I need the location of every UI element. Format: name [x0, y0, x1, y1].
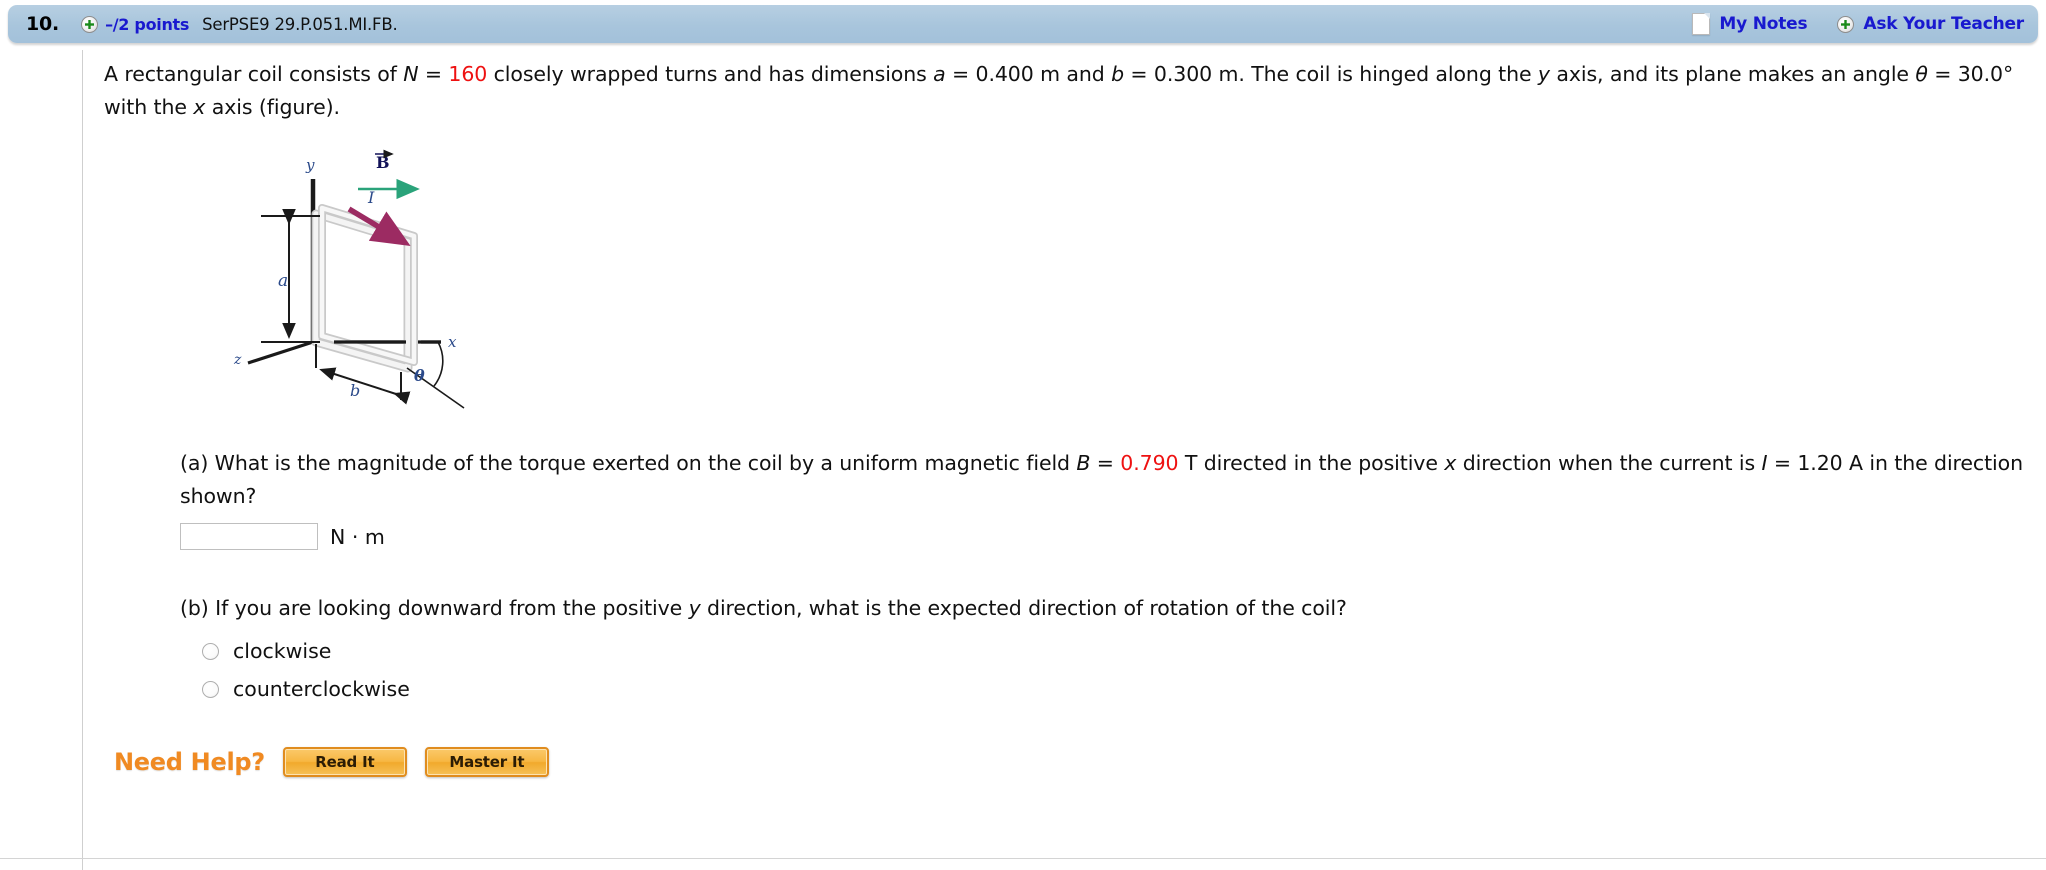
problem-text-6: with the [104, 95, 194, 119]
part-a-text-2: directed in the positive [1197, 451, 1445, 475]
coil-diagram-svg: y x z B I a b θ [233, 149, 465, 409]
problem-text-4: The coil is hinged along the [1244, 62, 1538, 86]
part-a-text-3: direction when the current is [1456, 451, 1762, 475]
plus-circle-icon-ask[interactable] [1837, 15, 1855, 33]
my-notes-link[interactable]: My Notes [1719, 14, 1807, 34]
value-theta: = 30.0° [1927, 62, 2014, 86]
part-a-prompt: (a) What is the magnitude of the torque … [180, 447, 2029, 513]
problem-text-1: A rectangular coil consists of [104, 62, 404, 86]
question-header-bar: 10. –/2 points SerPSE9 29.P.051.MI.FB. M… [8, 5, 2038, 43]
y-axis-label: y [305, 156, 315, 174]
need-help-row: Need Help? Read It Master It [114, 747, 2029, 777]
axis-label-x-a: x [1444, 451, 1457, 475]
part-b-prompt: (b) If you are looking downward from the… [180, 592, 2029, 625]
problem-text-3: and [1059, 62, 1112, 86]
part-a: (a) What is the magnitude of the torque … [180, 447, 2029, 550]
z-axis-line [247, 340, 314, 365]
question-content: A rectangular coil consists of N = 160 c… [104, 58, 2029, 777]
unit-B: T [1178, 451, 1198, 475]
radio-button-counterclockwise[interactable] [202, 680, 219, 698]
read-it-button[interactable]: Read It [282, 747, 407, 777]
var-theta: θ [1915, 62, 1928, 86]
axis-label-y: y [1537, 62, 1550, 86]
value-b: = 0.300 m. [1124, 62, 1245, 86]
b-field-label: B [376, 153, 390, 172]
axis-label-y-b: y [688, 596, 701, 620]
b-dimension-label: b [350, 381, 360, 400]
problem-text-7: axis (figure). [205, 95, 340, 119]
equals-1: = [418, 62, 449, 86]
theta-label: θ [414, 366, 425, 385]
var-a: a [933, 62, 946, 86]
need-help-label: Need Help? [114, 748, 265, 776]
coil-loop [311, 204, 418, 373]
radio-label-clockwise[interactable]: clockwise [233, 639, 331, 663]
torque-answer-input[interactable] [180, 523, 318, 550]
a-dimension-label: a [278, 271, 288, 291]
problem-text-5: axis, and its plane makes an angle [1549, 62, 1916, 86]
points-label: –/2 points [105, 14, 190, 34]
part-a-text-1: (a) What is the magnitude of the torque … [180, 451, 1077, 475]
question-code: SerPSE9 29.P.051.MI.FB. [202, 14, 398, 34]
bottom-divider [0, 858, 2046, 859]
value-B: 0.790 [1120, 451, 1179, 475]
radio-option-counterclockwise[interactable]: counterclockwise [202, 677, 2029, 701]
var-B: B [1076, 451, 1091, 475]
axis-label-x: x [193, 95, 206, 119]
z-axis-label: z [233, 352, 242, 368]
plus-circle-icon[interactable] [81, 15, 99, 33]
var-b: b [1111, 62, 1125, 86]
value-I: = 1.20 A [1767, 451, 1863, 475]
theta-arc [433, 341, 444, 387]
ask-your-teacher-link[interactable]: Ask Your Teacher [1863, 14, 2024, 34]
note-page-icon[interactable] [1692, 13, 1711, 35]
value-a: = 0.400 m [945, 62, 1060, 86]
torque-units-label: N · m [330, 524, 385, 549]
part-a-answer-row: N · m [180, 523, 2029, 550]
master-it-button[interactable]: Master It [424, 747, 549, 777]
current-label: I [367, 188, 375, 207]
problem-statement: A rectangular coil consists of N = 160 c… [104, 58, 2029, 124]
coil-diagram-figure: y x z B I a b θ [216, 146, 546, 421]
radio-button-clockwise[interactable] [202, 642, 219, 660]
equals-B: = [1090, 451, 1121, 475]
radio-label-counterclockwise[interactable]: counterclockwise [233, 677, 410, 701]
part-b: (b) If you are looking downward from the… [180, 592, 2029, 701]
header-actions: My Notes Ask Your Teacher [1692, 13, 2024, 35]
content-divider [82, 50, 83, 870]
radio-option-clockwise[interactable]: clockwise [202, 639, 2029, 663]
value-N: 160 [448, 62, 488, 86]
part-b-text-2: direction, what is the expected directio… [700, 596, 1347, 620]
problem-text-2: closely wrapped turns and has dimensions [487, 62, 934, 86]
var-N: N [403, 62, 419, 86]
x-axis-label: x [448, 333, 457, 351]
part-b-text-1: (b) If you are looking downward from the… [180, 596, 689, 620]
question-number: 10. [26, 13, 60, 35]
